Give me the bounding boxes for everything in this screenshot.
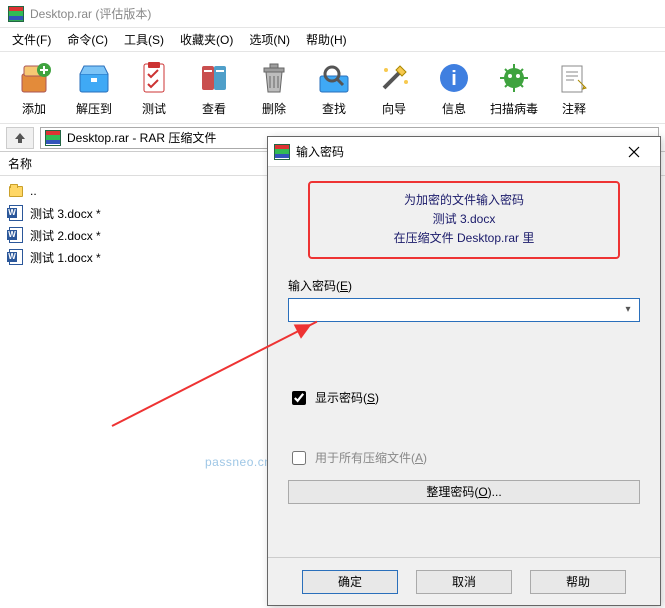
password-dialog: 输入密码 为加密的文件输入密码 测试 3.docx 在压缩文件 Desktop.… [267, 136, 661, 606]
file-name: 测试 2.docx * [30, 227, 101, 244]
menubar: 文件(F) 命令(C) 工具(S) 收藏夹(O) 选项(N) 帮助(H) [0, 28, 665, 52]
dialog-titlebar: 输入密码 [268, 137, 660, 167]
menu-options[interactable]: 选项(N) [241, 29, 298, 50]
dialog-body: 为加密的文件输入密码 测试 3.docx 在压缩文件 Desktop.rar 里… [268, 167, 660, 557]
window-title: Desktop.rar (评估版本) [30, 5, 151, 22]
toolbar-test[interactable]: 测试 [124, 56, 184, 117]
toolbar-wizard[interactable]: 向导 [364, 56, 424, 117]
help-button[interactable]: 帮助 [530, 570, 626, 594]
winrar-icon [274, 144, 290, 160]
password-input[interactable] [289, 299, 639, 321]
toolbar-comment-label: 注释 [562, 100, 586, 117]
extract-icon [74, 58, 114, 98]
file-name: 测试 3.docx * [30, 205, 101, 222]
toolbar: 添加 解压到 测试 查看 删除 查找 向导 i 信息 扫描病毒 注释 [0, 52, 665, 124]
ok-button[interactable]: 确定 [302, 570, 398, 594]
svg-text:i: i [451, 68, 457, 90]
msg-line: 测试 3.docx [324, 210, 604, 229]
up-button[interactable] [6, 127, 34, 149]
dialog-message: 为加密的文件输入密码 测试 3.docx 在压缩文件 Desktop.rar 里 [308, 181, 620, 259]
use-for-all-row[interactable]: 用于所有压缩文件(A) [288, 448, 640, 468]
use-for-all-checkbox[interactable] [292, 451, 306, 465]
comment-icon [554, 58, 594, 98]
column-name: 名称 [8, 155, 32, 172]
show-password-label: 显示密码(S) [315, 389, 379, 406]
address-text: Desktop.rar - RAR 压缩文件 [67, 129, 216, 146]
toolbar-find[interactable]: 查找 [304, 56, 364, 117]
add-icon [14, 58, 54, 98]
docx-icon [8, 205, 24, 221]
use-for-all-label: 用于所有压缩文件(A) [315, 449, 427, 466]
virus-icon [494, 58, 534, 98]
toolbar-scan[interactable]: 扫描病毒 [484, 56, 544, 117]
close-button[interactable] [614, 138, 654, 166]
toolbar-delete[interactable]: 删除 [244, 56, 304, 117]
toolbar-view[interactable]: 查看 [184, 56, 244, 117]
cancel-button[interactable]: 取消 [416, 570, 512, 594]
toolbar-delete-label: 删除 [262, 100, 286, 117]
dialog-title: 输入密码 [296, 143, 614, 160]
view-icon [194, 58, 234, 98]
menu-file[interactable]: 文件(F) [4, 29, 59, 50]
docx-icon [8, 249, 24, 265]
file-name: .. [30, 184, 37, 198]
test-icon [134, 58, 174, 98]
menu-help[interactable]: 帮助(H) [298, 29, 355, 50]
file-name: 测试 1.docx * [30, 249, 101, 266]
toolbar-extract-label: 解压到 [76, 100, 112, 117]
titlebar: Desktop.rar (评估版本) [0, 0, 665, 28]
show-password-checkbox[interactable] [292, 391, 306, 405]
password-input-wrapper: ▾ [288, 298, 640, 322]
toolbar-view-label: 查看 [202, 100, 226, 117]
menu-favorites[interactable]: 收藏夹(O) [172, 29, 241, 50]
show-password-row[interactable]: 显示密码(S) [288, 388, 640, 408]
close-icon [628, 146, 640, 158]
msg-line: 为加密的文件输入密码 [324, 191, 604, 210]
toolbar-scan-label: 扫描病毒 [490, 100, 538, 117]
docx-icon [8, 227, 24, 243]
toolbar-add-label: 添加 [22, 100, 46, 117]
menu-command[interactable]: 命令(C) [59, 29, 116, 50]
toolbar-wizard-label: 向导 [382, 100, 406, 117]
up-arrow-icon [13, 131, 27, 145]
toolbar-info-label: 信息 [442, 100, 466, 117]
find-icon [314, 58, 354, 98]
toolbar-comment[interactable]: 注释 [544, 56, 604, 117]
toolbar-test-label: 测试 [142, 100, 166, 117]
msg-line: 在压缩文件 Desktop.rar 里 [324, 229, 604, 248]
info-icon: i [434, 58, 474, 98]
archive-icon [45, 130, 61, 146]
toolbar-add[interactable]: 添加 [4, 56, 64, 117]
toolbar-find-label: 查找 [322, 100, 346, 117]
watermark: passneo.cn [205, 455, 271, 469]
delete-icon [254, 58, 294, 98]
dialog-buttons: 确定 取消 帮助 [268, 557, 660, 605]
winrar-icon [8, 6, 24, 22]
password-label: 输入密码(E) [288, 277, 640, 294]
toolbar-info[interactable]: i 信息 [424, 56, 484, 117]
toolbar-extract[interactable]: 解压到 [64, 56, 124, 117]
menu-tools[interactable]: 工具(S) [116, 29, 172, 50]
organize-passwords-button[interactable]: 整理密码(O)... [288, 480, 640, 504]
folder-icon [8, 183, 24, 199]
wizard-icon [374, 58, 414, 98]
